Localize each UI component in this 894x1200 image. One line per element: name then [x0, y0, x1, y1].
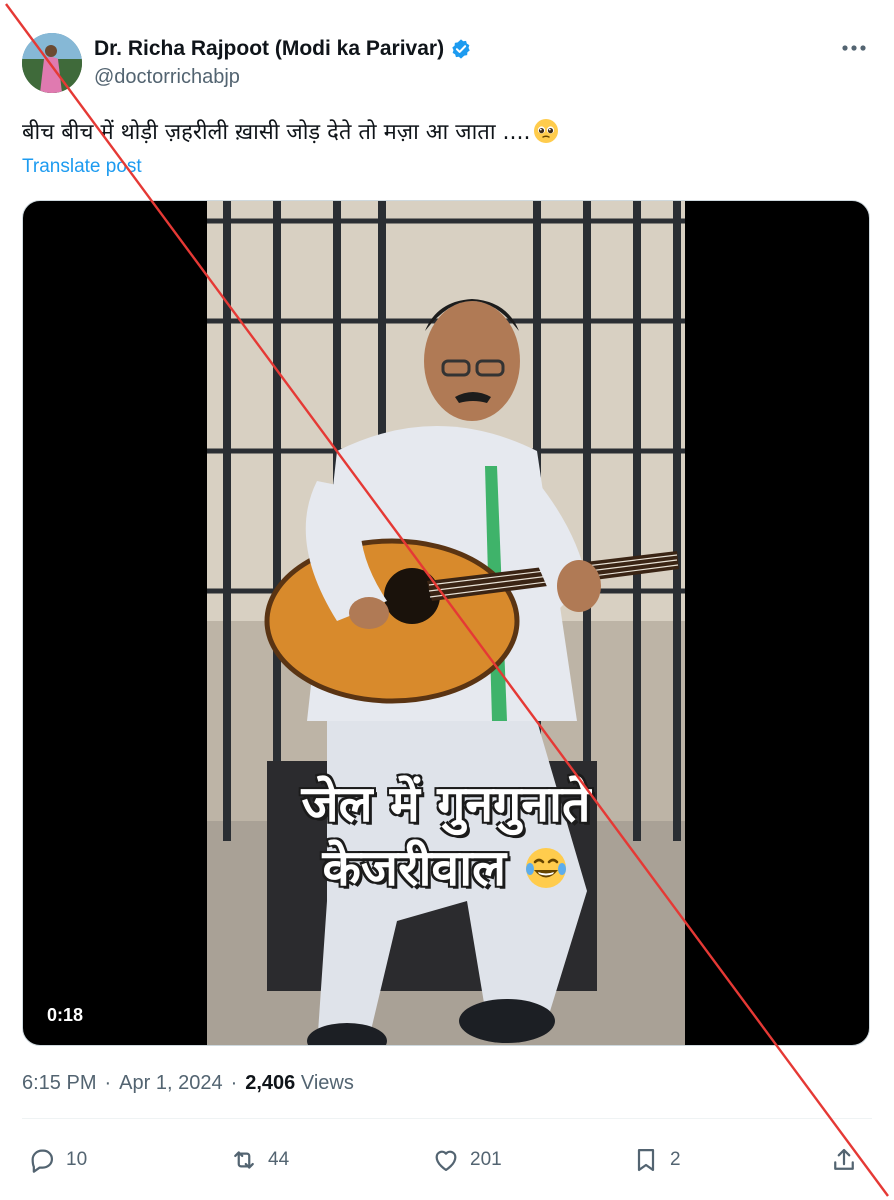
- repost-icon: [234, 1151, 254, 1169]
- repost-count: 44: [268, 1149, 290, 1170]
- avatar-image: [22, 33, 82, 93]
- post-text: बीच बीच में थोड़ी ज़हरीली ख़ासी जोड़ देत…: [22, 118, 559, 148]
- action-bar: 10 44 201 2: [22, 1140, 872, 1180]
- author-name[interactable]: Dr. Richa Rajpoot (Modi ka Parivar): [94, 36, 444, 62]
- video-caption-line-2-text: केजरीवाल: [322, 839, 507, 897]
- heart-icon: [435, 1150, 457, 1172]
- repost-button[interactable]: 44: [230, 1140, 289, 1180]
- post-text-content: बीच बीच में थोड़ी ज़हरीली ख़ासी जोड़ देत…: [22, 120, 531, 145]
- more-icon[interactable]: [840, 38, 868, 58]
- video-still-image: [207, 201, 685, 1045]
- post-time[interactable]: 6:15 PM: [22, 1072, 96, 1095]
- video-caption-line-2: केजरीवाल: [207, 837, 685, 899]
- verified-badge-icon: [452, 39, 470, 59]
- divider: [22, 1118, 872, 1119]
- views-count: 2,406: [245, 1072, 296, 1094]
- author-name-row[interactable]: Dr. Richa Rajpoot (Modi ka Parivar): [94, 36, 472, 62]
- reply-button[interactable]: 10: [28, 1140, 87, 1180]
- meta-separator: ·: [104, 1072, 112, 1094]
- views-label: Views: [300, 1072, 354, 1094]
- reply-icon: [31, 1149, 54, 1173]
- meta-separator: ·: [230, 1072, 238, 1094]
- pleading-face-emoji-icon: [533, 119, 558, 143]
- like-count: 201: [470, 1149, 502, 1170]
- video-player[interactable]: जेल में गुनगुनाते केजरीवाल 0:18: [22, 200, 870, 1046]
- post-header: Dr. Richa Rajpoot (Modi ka Parivar) @doc…: [22, 30, 872, 94]
- share-button[interactable]: [830, 1140, 858, 1180]
- views[interactable]: 2,406 Views: [245, 1072, 354, 1095]
- like-button[interactable]: 201: [432, 1140, 502, 1180]
- laughing-face-emoji-icon: [526, 848, 567, 888]
- share-icon: [834, 1148, 854, 1170]
- video-frame: जेल में गुनगुनाते केजरीवाल: [207, 201, 685, 1045]
- video-timecode: 0:18: [37, 1002, 94, 1029]
- bookmark-button[interactable]: 2: [632, 1140, 681, 1180]
- bookmark-icon: [637, 1148, 655, 1172]
- video-caption-line-1: जेल में गुनगुनाते: [301, 775, 591, 833]
- translate-post-link[interactable]: Translate post: [22, 156, 142, 178]
- post-date[interactable]: Apr 1, 2024: [119, 1072, 222, 1095]
- author-handle[interactable]: @doctorrichabjp: [94, 66, 240, 89]
- reply-count: 10: [66, 1149, 88, 1170]
- bookmark-count: 2: [670, 1149, 681, 1170]
- post-meta: 6:15 PM · Apr 1, 2024 · 2,406 Views: [22, 1072, 354, 1095]
- avatar[interactable]: [22, 33, 82, 93]
